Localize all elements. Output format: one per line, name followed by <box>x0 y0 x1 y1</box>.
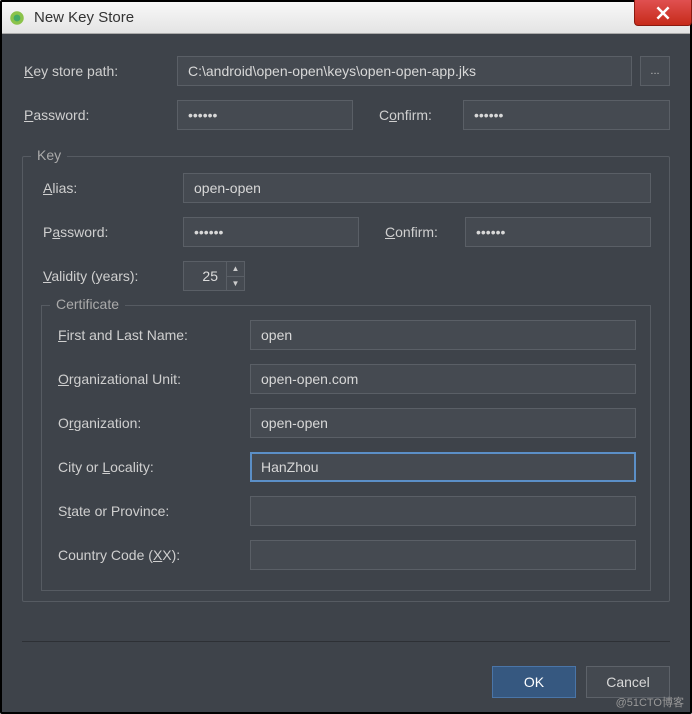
org-row: Organization: <box>56 408 636 438</box>
validity-label: Validity (years): <box>41 268 183 284</box>
app-icon <box>8 9 26 27</box>
city-label: City or Locality: <box>56 459 250 475</box>
validity-value: 25 <box>184 268 226 284</box>
dialog-window: New Key Store Key store path: ... Passwo… <box>0 0 692 714</box>
key-group-title: Key <box>31 147 67 163</box>
password-label: Password: <box>22 107 177 123</box>
key-password-label: Password: <box>41 224 183 240</box>
close-button[interactable] <box>634 0 692 26</box>
keystore-path-label: Key store path: <box>22 63 177 79</box>
validity-spinner[interactable]: 25 ▲ ▼ <box>183 261 245 291</box>
footer: OK Cancel <box>22 641 670 698</box>
watermark: @51CTO博客 <box>616 694 684 710</box>
browse-button[interactable]: ... <box>640 56 670 86</box>
state-label: State or Province: <box>56 503 250 519</box>
confirm-label: Confirm: <box>377 107 463 123</box>
keystore-path-row: Key store path: ... <box>22 56 670 86</box>
city-row: City or Locality: <box>56 452 636 482</box>
country-row: Country Code (XX): <box>56 540 636 570</box>
password-row: Password: Confirm: <box>22 100 670 130</box>
alias-label: Alias: <box>41 180 183 196</box>
first-last-label: First and Last Name: <box>56 327 250 343</box>
window-title: New Key Store <box>34 9 134 26</box>
key-password-input[interactable] <box>183 217 359 247</box>
content-pane: Key store path: ... Password: Confirm: K… <box>2 34 690 712</box>
first-last-row: First and Last Name: <box>56 320 636 350</box>
ok-button[interactable]: OK <box>492 666 576 698</box>
password-input[interactable] <box>177 100 353 130</box>
alias-input[interactable] <box>183 173 651 203</box>
org-unit-row: Organizational Unit: <box>56 364 636 394</box>
validity-row: Validity (years): 25 ▲ ▼ <box>41 261 651 291</box>
state-row: State or Province: <box>56 496 636 526</box>
key-group: Key Alias: Password: Confirm: Validity (… <box>22 156 670 602</box>
close-icon <box>656 6 670 20</box>
certificate-group: Certificate First and Last Name: Organiz… <box>41 305 651 591</box>
certificate-group-title: Certificate <box>50 296 125 312</box>
state-input[interactable] <box>250 496 636 526</box>
country-label: Country Code (XX): <box>56 547 250 563</box>
titlebar: New Key Store <box>2 2 690 34</box>
spinner-buttons: ▲ ▼ <box>226 262 244 290</box>
key-confirm-label: Confirm: <box>383 224 465 240</box>
confirm-input[interactable] <box>463 100 670 130</box>
spinner-down-icon[interactable]: ▼ <box>227 277 244 291</box>
key-password-row: Password: Confirm: <box>41 217 651 247</box>
country-input[interactable] <box>250 540 636 570</box>
org-unit-input[interactable] <box>250 364 636 394</box>
org-label: Organization: <box>56 415 250 431</box>
spinner-up-icon[interactable]: ▲ <box>227 262 244 277</box>
alias-row: Alias: <box>41 173 651 203</box>
org-unit-label: Organizational Unit: <box>56 371 250 387</box>
org-input[interactable] <box>250 408 636 438</box>
keystore-path-input[interactable] <box>177 56 632 86</box>
key-confirm-input[interactable] <box>465 217 651 247</box>
first-last-input[interactable] <box>250 320 636 350</box>
city-input[interactable] <box>250 452 636 482</box>
